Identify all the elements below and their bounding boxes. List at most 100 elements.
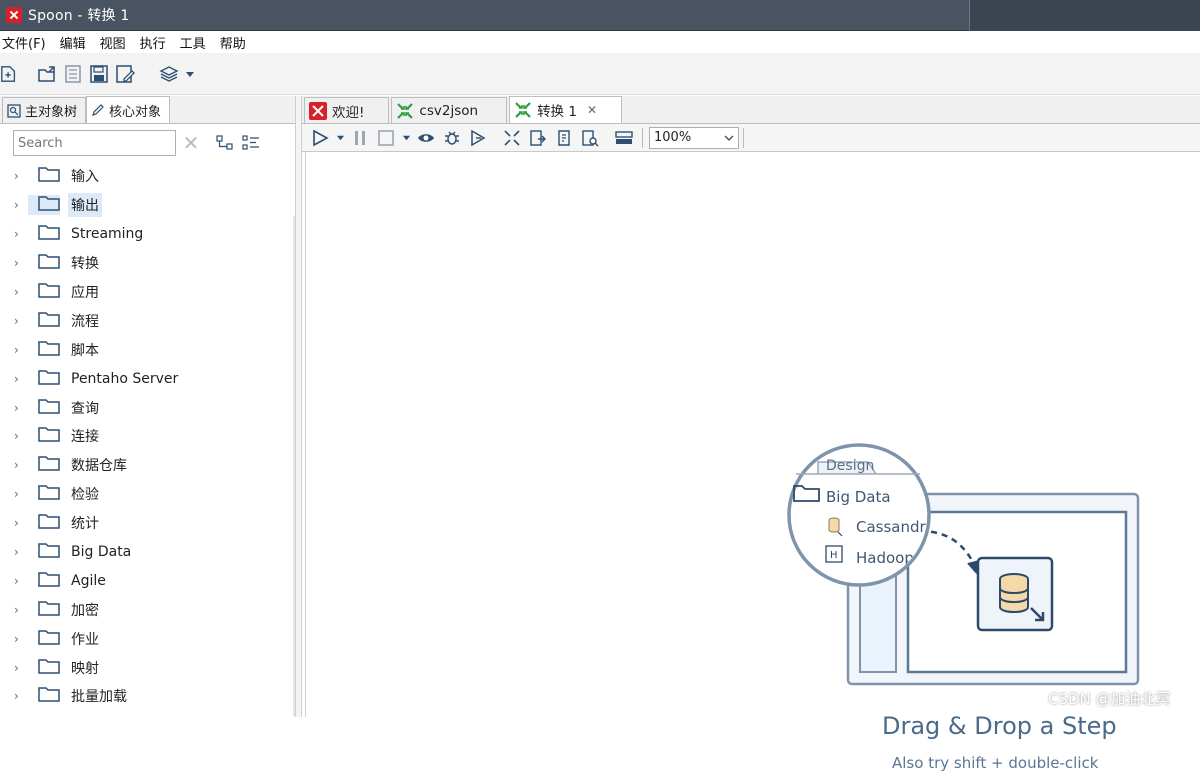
chevron-right-icon[interactable]: › xyxy=(14,256,28,270)
tree-item[interactable]: › 输入 xyxy=(0,162,295,191)
tree-item[interactable]: › Agile xyxy=(0,566,295,595)
folder-icon xyxy=(28,600,60,620)
tree-item[interactable]: › 映射 xyxy=(0,653,295,682)
clear-search-icon[interactable]: ✕ xyxy=(180,132,202,154)
tree-item[interactable]: › 查询 xyxy=(0,393,295,422)
tree-item[interactable]: › 批量加载 xyxy=(0,682,295,711)
explore-repository-button[interactable] xyxy=(60,61,86,87)
folder-icon xyxy=(28,658,60,678)
verify-button[interactable] xyxy=(500,127,524,149)
tab-csv2json-label: csv2json xyxy=(419,102,479,119)
transformation-icon xyxy=(397,102,414,119)
collapse-all-button[interactable] xyxy=(214,132,236,154)
menu-tools[interactable]: 工具 xyxy=(180,33,206,52)
tree-item-label: 数据仓库 xyxy=(71,458,127,475)
menu-file[interactable]: 文件(F) xyxy=(2,33,46,52)
save-icon xyxy=(90,64,108,83)
tree-item[interactable]: › Pentaho Server xyxy=(0,364,295,393)
expand-all-button[interactable] xyxy=(240,132,262,154)
stop-button[interactable] xyxy=(374,127,398,149)
folder-icon xyxy=(28,195,60,216)
run-options-dropdown[interactable] xyxy=(334,127,346,149)
save-button[interactable] xyxy=(86,61,112,87)
tree-item[interactable]: › 应用 xyxy=(0,278,295,307)
open-file-button[interactable] xyxy=(34,61,60,87)
window-title: Spoon - 转换 1 xyxy=(28,8,130,24)
steps-search-input[interactable] xyxy=(13,130,176,156)
menu-help[interactable]: 帮助 xyxy=(220,33,246,52)
new-file-button[interactable] xyxy=(0,61,18,87)
impact-button[interactable] xyxy=(526,127,550,149)
chevron-right-icon[interactable]: › xyxy=(14,458,28,472)
tab-view[interactable]: 主对象树 xyxy=(2,97,87,123)
svg-text:H: H xyxy=(830,550,838,561)
tree-item[interactable]: › 作业 xyxy=(0,624,295,653)
tree-item-label: Streaming xyxy=(71,226,144,243)
replay-icon xyxy=(471,129,486,146)
pause-button[interactable] xyxy=(348,127,372,149)
run-button[interactable] xyxy=(308,127,332,149)
steps-search-row: ✕ xyxy=(0,124,295,162)
tree-item[interactable]: › 脚本 xyxy=(0,335,295,364)
tree-item[interactable]: › 输出 xyxy=(0,191,295,220)
tab-design[interactable]: 核心对象 xyxy=(86,96,171,123)
tree-item[interactable]: › 检验 xyxy=(0,480,295,509)
chevron-right-icon[interactable]: › xyxy=(14,574,28,588)
folder-icon xyxy=(28,224,60,244)
sql-button[interactable] xyxy=(552,127,576,149)
stop-options-dropdown[interactable] xyxy=(400,127,412,149)
tree-item[interactable]: › 转换 xyxy=(0,249,295,278)
chevron-right-icon[interactable]: › xyxy=(14,632,28,646)
perspective-dropdown[interactable] xyxy=(182,61,198,87)
folder-icon xyxy=(28,311,60,331)
menu-edit[interactable]: 编辑 xyxy=(60,33,86,52)
chevron-right-icon[interactable]: › xyxy=(14,314,28,328)
tree-item[interactable]: › 流程 xyxy=(0,306,295,335)
chevron-right-icon[interactable]: › xyxy=(14,516,28,530)
tree-item[interactable]: › 数据仓库 xyxy=(0,451,295,480)
menu-run[interactable]: 执行 xyxy=(140,33,166,52)
caret-down-icon xyxy=(336,135,344,141)
transformation-canvas[interactable]: H Design Big Data Cassandr Hadoop Drag &… xyxy=(302,152,1200,772)
chevron-right-icon[interactable]: › xyxy=(14,429,28,443)
tab-csv2json[interactable]: csv2json xyxy=(391,97,508,123)
tree-item[interactable]: › Streaming xyxy=(0,220,295,249)
left-tab-strip: 主对象树 核心对象 xyxy=(0,96,295,124)
chevron-right-icon[interactable]: › xyxy=(14,661,28,675)
chevron-right-icon[interactable]: › xyxy=(14,227,28,241)
chevron-right-icon[interactable]: › xyxy=(14,198,28,212)
debug-button[interactable] xyxy=(440,127,464,149)
menu-view[interactable]: 视图 xyxy=(100,33,126,52)
tree-item-label: Big Data xyxy=(71,544,132,561)
title-bar: Spoon - 转换 1 xyxy=(0,0,1200,31)
preview-button[interactable] xyxy=(414,127,438,149)
save-as-button[interactable] xyxy=(112,61,138,87)
tab-transformation-1-label: 转换 1 xyxy=(537,104,577,120)
tree-item[interactable]: › 加密 xyxy=(0,595,295,624)
hint-folder-label: Big Data xyxy=(826,488,891,506)
tab-welcome[interactable]: 欢迎! xyxy=(304,97,390,123)
caret-down-icon xyxy=(402,135,410,141)
chevron-right-icon[interactable]: › xyxy=(14,343,28,357)
perspective-button[interactable] xyxy=(156,61,182,87)
replay-button[interactable] xyxy=(466,127,490,149)
show-results-button[interactable] xyxy=(612,127,636,149)
tree-item[interactable]: › 统计 xyxy=(0,509,295,538)
explore-db-button[interactable] xyxy=(578,127,602,149)
menu-bar: 文件(F) 编辑 视图 执行 工具 帮助 xyxy=(0,31,1200,53)
close-tab-icon[interactable]: ✕ xyxy=(587,103,597,117)
chevron-right-icon[interactable]: › xyxy=(14,689,28,703)
chevron-right-icon[interactable]: › xyxy=(14,401,28,415)
tree-item[interactable]: › Big Data xyxy=(0,538,295,567)
chevron-right-icon[interactable]: › xyxy=(14,285,28,299)
chevron-right-icon[interactable]: › xyxy=(14,603,28,617)
chevron-right-icon[interactable]: › xyxy=(14,545,28,559)
tab-transformation-1[interactable]: 转换 1 ✕ xyxy=(509,96,623,123)
toolbar-separator xyxy=(642,127,643,148)
zoom-select[interactable]: 100% xyxy=(649,126,739,149)
left-scrollbar[interactable] xyxy=(293,216,295,716)
chevron-right-icon[interactable]: › xyxy=(14,487,28,501)
tree-item[interactable]: › 连接 xyxy=(0,422,295,451)
chevron-right-icon[interactable]: › xyxy=(14,169,28,183)
chevron-right-icon[interactable]: › xyxy=(14,372,28,386)
